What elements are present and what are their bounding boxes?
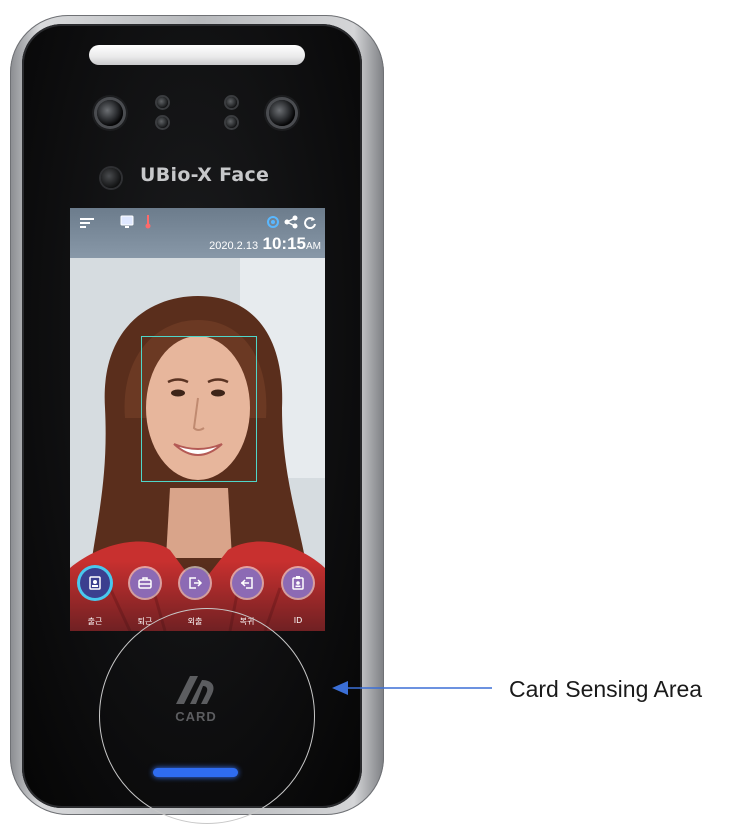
exit-icon bbox=[189, 577, 203, 589]
light-bar bbox=[89, 45, 305, 65]
sync-icon bbox=[303, 215, 317, 232]
card-logo-icon bbox=[176, 676, 214, 704]
camera-lens-right bbox=[269, 100, 295, 126]
card-label: CARD bbox=[175, 709, 217, 724]
mode-button-check-out[interactable] bbox=[130, 568, 160, 598]
touch-screen[interactable]: 2020.2.13 10:15AM 출근 퇴근 외출 복귀 ID bbox=[70, 208, 325, 631]
enter-icon bbox=[240, 577, 253, 589]
date-time: 2020.2.13 10:15AM bbox=[209, 234, 321, 254]
face-detection-box bbox=[141, 336, 257, 482]
brand-name: UBio-X Face bbox=[140, 164, 270, 186]
target-icon bbox=[266, 215, 280, 232]
badge-icon bbox=[292, 576, 304, 590]
mode-label-check-in: 출근 bbox=[87, 617, 103, 626]
network-icon bbox=[284, 215, 298, 232]
callout-arrow-icon bbox=[332, 681, 492, 695]
ampm-text: AM bbox=[306, 241, 321, 252]
mode-label-id: ID bbox=[293, 616, 303, 625]
status-bar: 2020.2.13 10:15AM bbox=[70, 208, 325, 258]
camera-lens-left bbox=[97, 100, 123, 126]
ir-led bbox=[226, 117, 237, 128]
id-card-icon bbox=[89, 576, 101, 590]
mode-button-out[interactable] bbox=[180, 568, 210, 598]
time-text: 10:15 bbox=[262, 234, 306, 253]
monitor-icon bbox=[120, 215, 134, 232]
front-sensor bbox=[101, 168, 121, 188]
mode-button-id[interactable] bbox=[283, 568, 313, 598]
ir-led bbox=[157, 117, 168, 128]
menu-icon[interactable] bbox=[80, 217, 94, 232]
mode-button-check-in[interactable] bbox=[80, 568, 110, 598]
callout-label: Card Sensing Area bbox=[509, 676, 703, 702]
mode-button-return[interactable] bbox=[232, 568, 262, 598]
ir-led bbox=[157, 97, 168, 108]
card-led-indicator bbox=[153, 768, 238, 777]
ir-led bbox=[226, 97, 237, 108]
briefcase-icon bbox=[138, 577, 152, 589]
date-text: 2020.2.13 bbox=[209, 240, 259, 252]
thermometer-icon bbox=[144, 214, 152, 232]
